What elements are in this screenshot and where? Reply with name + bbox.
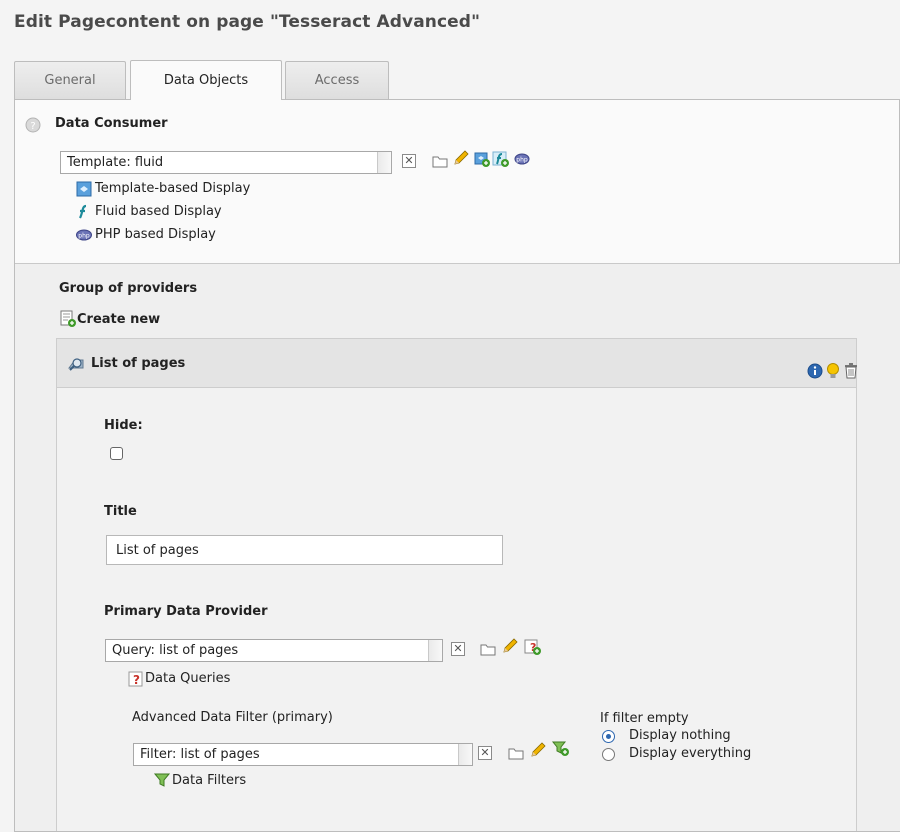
record-body: Hide: Title List of pages Primary Data P… [56,388,857,831]
filter-type-data-filters[interactable]: Data Filters [172,773,246,788]
primary-data-provider-select[interactable]: Query: list of pages [105,639,443,662]
title-field-label: Title [104,504,137,519]
info-icon[interactable] [807,363,823,379]
add-data-filter-icon[interactable] [551,739,569,757]
primary-data-provider-label: Primary Data Provider [104,604,268,619]
create-new-label: Create new [77,311,161,327]
tab-label: Access [314,73,360,88]
new-record-icon [60,310,76,327]
consumer-type-php[interactable]: PHP based Display [95,227,216,242]
clear-filter-button[interactable]: ✕ [478,746,492,760]
php-display-icon: php [76,229,92,241]
svg-text:php: php [516,157,528,164]
add-template-display-icon[interactable] [473,150,491,168]
pencil-edit-icon[interactable] [529,741,547,759]
svg-text:?: ? [30,121,35,132]
close-icon: ✕ [453,642,463,655]
folder-browse-icon[interactable] [431,152,449,170]
display-everything-label: Display everything [629,746,752,761]
consumer-type-template[interactable]: Template-based Display [95,181,250,196]
svg-text:php: php [78,232,90,239]
tab-data-objects[interactable]: Data Objects [130,60,282,100]
clear-provider-button[interactable]: ✕ [451,642,465,656]
pencil-edit-icon[interactable] [501,637,519,655]
folder-browse-icon[interactable] [507,744,525,762]
data-provider-record-icon [68,358,84,371]
add-fluid-display-icon[interactable] [491,150,509,168]
lightbulb-icon[interactable] [825,362,841,380]
display-nothing-label: Display nothing [629,728,731,743]
create-new-button[interactable]: Create new [59,310,160,328]
record-title: List of pages [91,356,186,371]
page-title: Edit Pagecontent on page "Tesseract Adva… [14,12,481,32]
radio-display-nothing[interactable] [602,730,615,743]
tab-access[interactable]: Access [285,61,389,99]
fluid-display-icon [78,204,87,219]
title-input[interactable]: List of pages [106,535,503,565]
if-filter-empty-label: If filter empty [600,711,689,726]
data-filter-select[interactable]: Filter: list of pages [133,743,473,766]
hide-checkbox[interactable] [110,447,123,460]
data-filter-icon [153,773,171,787]
consumer-type-fluid[interactable]: Fluid based Display [95,204,222,219]
provider-type-data-queries[interactable]: Data Queries [145,671,230,686]
tab-label: Data Objects [163,73,249,88]
close-icon: ✕ [480,746,490,759]
hide-label: Hide: [104,418,143,433]
group-of-providers-label: Group of providers [59,281,198,296]
pencil-edit-icon[interactable] [452,149,470,167]
select-scrollbar[interactable] [377,152,391,173]
close-icon: ✕ [404,154,414,167]
data-consumer-select[interactable]: Template: fluid [60,151,392,174]
trash-delete-icon[interactable] [843,362,859,380]
select-scrollbar[interactable] [458,744,472,765]
select-value: Query: list of pages [112,643,239,658]
tab-panel-data-objects: ? Data Consumer Template: fluid ✕ php Te… [14,99,900,832]
select-scrollbar[interactable] [428,640,442,661]
tab-general[interactable]: General [14,61,126,99]
add-data-query-icon[interactable]: ? [523,638,541,656]
select-value: Filter: list of pages [140,747,260,762]
clear-selection-button[interactable]: ✕ [402,154,416,168]
data-query-icon: ? [128,671,143,687]
radio-display-everything[interactable] [602,748,615,761]
tab-label: General [44,73,96,88]
svg-text:?: ? [133,673,140,687]
select-value: Template: fluid [67,155,164,170]
advanced-data-filter-label: Advanced Data Filter (primary) [132,710,333,725]
folder-browse-icon[interactable] [479,640,497,658]
data-consumer-label: Data Consumer [55,116,168,131]
record-header[interactable]: List of pages [56,338,857,388]
add-php-display-icon[interactable]: php [514,150,532,168]
help-icon[interactable]: ? [25,117,41,133]
template-display-icon [76,181,92,197]
